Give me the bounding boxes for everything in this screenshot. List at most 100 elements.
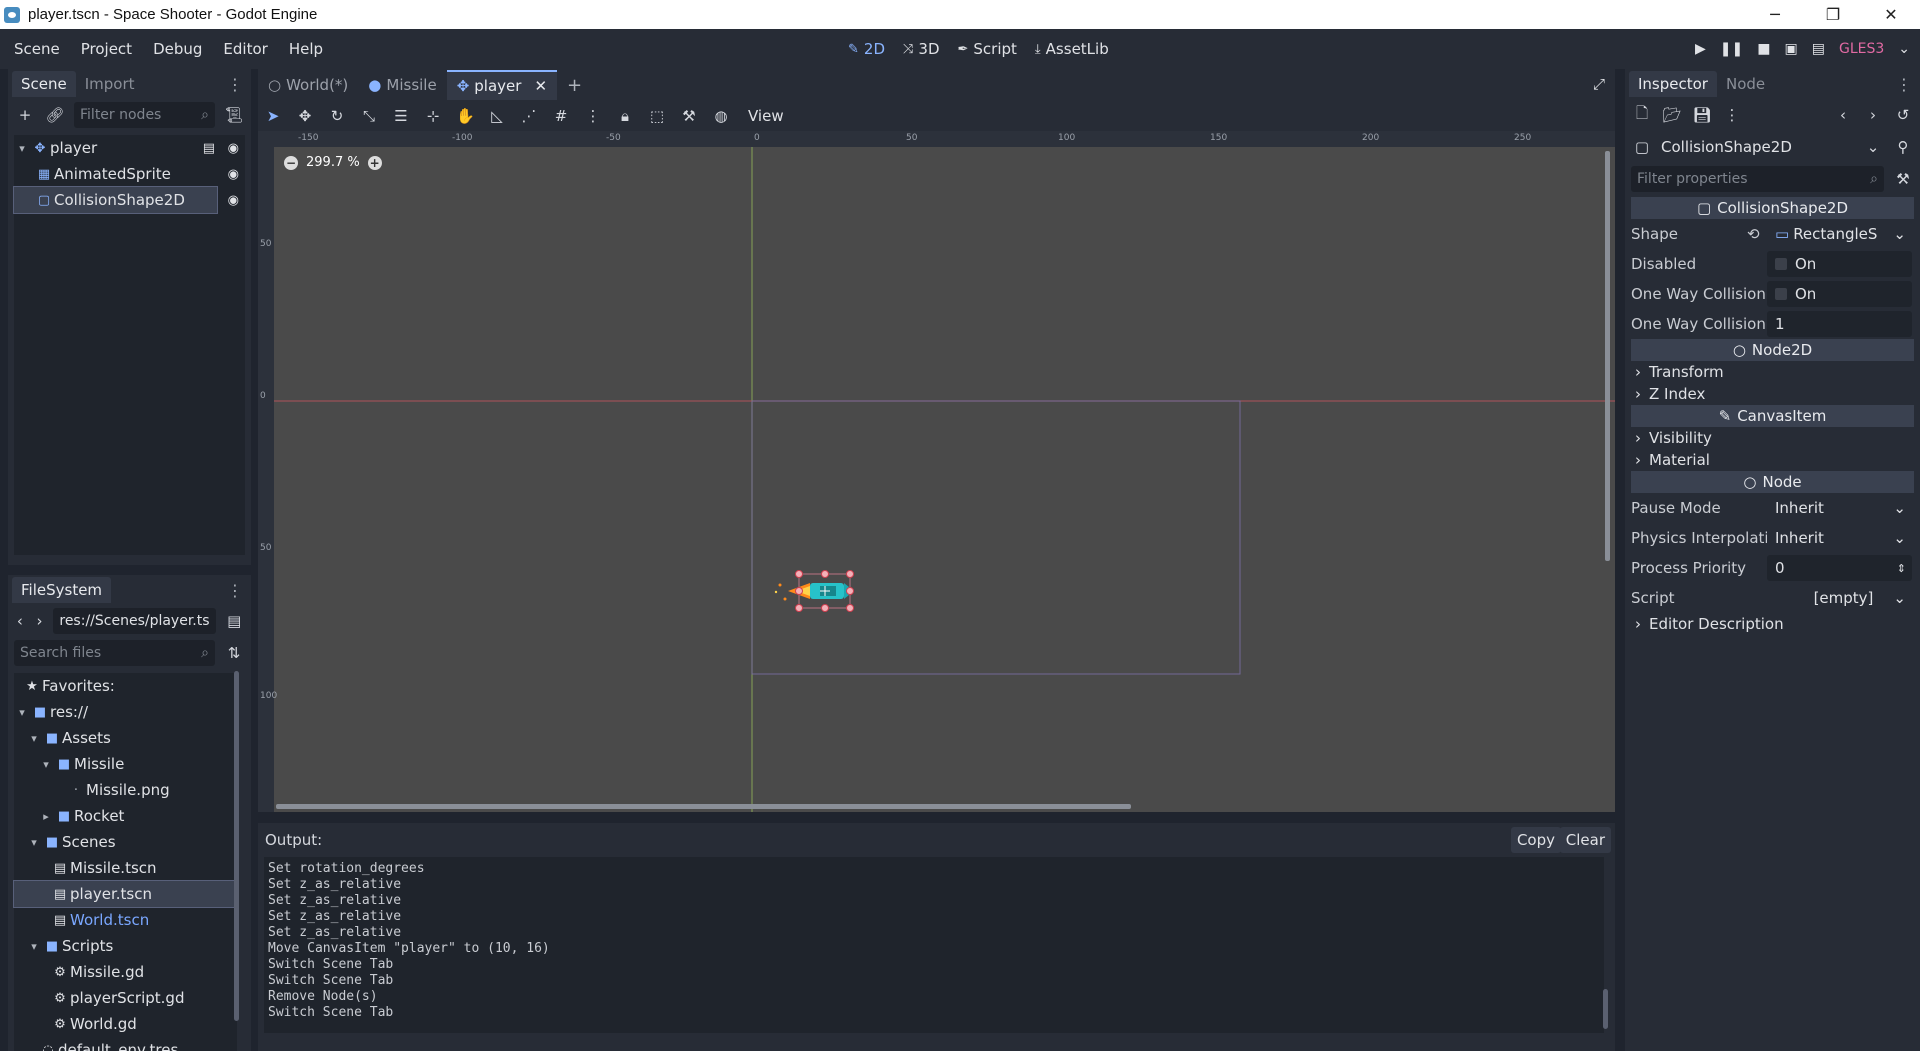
workspace-script[interactable]: ✒ Script <box>958 40 1017 58</box>
zoom-out-icon[interactable]: − <box>284 155 298 170</box>
disabled-checkbox[interactable]: On <box>1767 251 1912 277</box>
zoom-level[interactable]: 299.7 % <box>306 155 360 170</box>
minimize-button[interactable]: ─ <box>1746 0 1804 29</box>
close-tab-icon[interactable]: ✕ <box>534 77 547 95</box>
filesystem-scrollbar[interactable] <box>234 671 239 1021</box>
chevron-down-icon[interactable]: ▾ <box>26 836 42 849</box>
canvas-viewport[interactable]: -150 -100 -50 0 50 100 150 200 250 50 0 … <box>258 131 1615 812</box>
file-missile-png[interactable]: · Missile.png <box>14 777 237 803</box>
menu-editor[interactable]: Editor <box>216 40 274 58</box>
scale-mode-icon[interactable]: ⤡ <box>360 107 378 125</box>
folder-scripts[interactable]: ▾ ■ Scripts <box>14 933 237 959</box>
chevron-down-icon[interactable]: ▾ <box>14 142 30 155</box>
tree-node-player[interactable]: ▾ ✥ player ▤ ◉ <box>14 135 245 161</box>
pause-mode-select[interactable]: Inherit ⌄ <box>1767 495 1912 521</box>
attach-script-icon[interactable]: 📜︎ <box>223 106 245 124</box>
folder-assets[interactable]: ▾ ■ Assets <box>14 725 237 751</box>
visibility-eye-icon[interactable]: ◉ <box>228 167 239 182</box>
object-properties-icon[interactable]: ⚲ <box>1892 138 1914 156</box>
chevron-down-icon[interactable]: ⌄ <box>1862 138 1884 156</box>
grid-snap-icon[interactable]: # <box>552 107 570 125</box>
smart-snap-icon[interactable]: ⋰ <box>520 107 538 125</box>
process-priority-spinbox[interactable]: 0 ⇕ <box>1767 555 1912 581</box>
tree-node-collisionshape2d[interactable]: ▢ CollisionShape2D ◉ <box>13 186 239 214</box>
tree-node-animatedsprite[interactable]: ▦ AnimatedSprite ◉ <box>14 161 245 187</box>
inspected-object[interactable]: CollisionShape2D <box>1661 138 1854 156</box>
clear-button[interactable]: Clear <box>1559 827 1611 853</box>
split-view-icon[interactable]: ▤ <box>224 612 245 630</box>
script-attached-icon[interactable]: ▤ <box>203 141 215 156</box>
one-way-collision-checkbox[interactable]: On <box>1767 281 1912 307</box>
tab-filesystem[interactable]: FileSystem <box>12 577 112 603</box>
chevron-down-icon[interactable]: ▾ <box>26 732 42 745</box>
more-options-icon[interactable]: ⋮ <box>1721 106 1743 124</box>
menu-project[interactable]: Project <box>74 40 139 58</box>
play-custom-scene-icon[interactable]: ▤ <box>1812 41 1825 57</box>
property-settings-icon[interactable]: ⚒ <box>1892 170 1914 188</box>
workspace-assetlib[interactable]: ⤓ AssetLib <box>1035 40 1109 58</box>
view-menu[interactable]: View <box>748 107 784 125</box>
spinner-icon[interactable]: ⇕ <box>1897 562 1906 575</box>
ruler-mode-icon[interactable]: ◺ <box>488 107 506 125</box>
new-resource-icon[interactable]: 🗋︎ <box>1631 103 1653 128</box>
file-world-gd[interactable]: ⚙ World.gd <box>14 1011 237 1037</box>
play-scene-icon[interactable]: ▣ <box>1785 41 1798 57</box>
file-playerscript-gd[interactable]: ⚙ playerScript.gd <box>14 985 237 1011</box>
pivot-icon[interactable]: ⊹ <box>424 107 442 125</box>
folder-rocket[interactable]: ▸ ■ Rocket <box>14 803 237 829</box>
visibility-eye-icon[interactable]: ◉ <box>228 141 239 156</box>
link-icon[interactable]: 🔗︎ <box>44 106 66 124</box>
stop-icon[interactable]: ■ <box>1757 41 1770 57</box>
physics-interpolation-select[interactable]: Inherit ⌄ <box>1767 525 1912 551</box>
tab-world[interactable]: ○ World(*) <box>258 70 358 100</box>
tab-player[interactable]: ✥ player ✕ <box>446 70 558 100</box>
workspace-2d[interactable]: ✎ 2D <box>848 40 885 58</box>
filter-properties-input[interactable]: Filter properties ⌕ <box>1631 166 1884 192</box>
script-resource-picker[interactable]: [empty] ⌄ <box>1767 585 1912 611</box>
chevron-down-icon[interactable]: ▾ <box>14 706 30 719</box>
menu-scene[interactable]: Scene <box>7 40 67 58</box>
group-z-index[interactable]: › Z Index <box>1625 383 1920 405</box>
group-icon[interactable]: ⬚ <box>648 107 666 125</box>
chevron-down-icon[interactable]: ▾ <box>26 940 42 953</box>
history-icon[interactable]: ↺ <box>1892 106 1914 124</box>
group-editor-description[interactable]: › Editor Description <box>1625 613 1920 635</box>
group-visibility[interactable]: › Visibility <box>1625 427 1920 449</box>
chevron-right-icon[interactable]: ▸ <box>38 810 54 823</box>
back-arrow-icon[interactable]: ‹ <box>14 612 26 630</box>
workspace-3d[interactable]: ⤨ 3D <box>903 40 940 58</box>
visibility-eye-icon[interactable]: ◉ <box>228 193 239 208</box>
menu-debug[interactable]: Debug <box>146 40 209 58</box>
group-transform[interactable]: › Transform <box>1625 361 1920 383</box>
menu-kebab-icon[interactable]: ⋮ <box>227 581 243 600</box>
sort-icon[interactable]: ⇅ <box>223 644 245 662</box>
menu-help[interactable]: Help <box>282 40 330 58</box>
group-material[interactable]: › Material <box>1625 449 1920 471</box>
tab-inspector[interactable]: Inspector <box>1629 71 1717 97</box>
zoom-in-icon[interactable]: + <box>367 155 382 170</box>
play-icon[interactable]: ▶ <box>1695 41 1706 57</box>
file-default-env[interactable]: ◌ default_env.tres <box>14 1037 237 1051</box>
chevron-down-icon[interactable]: ⌄ <box>1898 41 1910 57</box>
bone-icon[interactable]: ⚒ <box>680 107 698 125</box>
file-world-tscn[interactable]: ▤ World.tscn <box>14 907 237 933</box>
tab-node[interactable]: Node <box>1717 71 1774 97</box>
file-missile-tscn[interactable]: ▤ Missile.tscn <box>14 855 237 881</box>
path-field[interactable]: res://Scenes/player.ts <box>53 608 216 634</box>
list-select-icon[interactable]: ☰ <box>392 107 410 125</box>
tab-missile[interactable]: ● Missile <box>358 70 446 100</box>
lock-icon[interactable]: 🔒︎ <box>616 107 634 125</box>
save-resource-icon[interactable]: 💾︎ <box>1691 106 1713 124</box>
file-missile-gd[interactable]: ⚙ Missile.gd <box>14 959 237 985</box>
forward-arrow-icon[interactable]: › <box>34 612 46 630</box>
close-button[interactable]: ✕ <box>1862 0 1920 29</box>
favorites-item[interactable]: ★ Favorites: <box>14 673 237 699</box>
file-player-tscn[interactable]: ▤ player.tscn <box>13 880 238 908</box>
open-resource-icon[interactable]: 📂︎ <box>1661 106 1683 124</box>
pause-icon[interactable]: ❚❚ <box>1720 41 1743 57</box>
copy-button[interactable]: Copy <box>1510 827 1561 853</box>
restore-button[interactable]: ❐ <box>1804 0 1862 29</box>
renderer-selector[interactable]: GLES3 <box>1839 41 1884 57</box>
search-files-input[interactable]: Search files ⌕ <box>14 640 215 666</box>
folder-res[interactable]: ▾ ■ res:// <box>14 699 237 725</box>
